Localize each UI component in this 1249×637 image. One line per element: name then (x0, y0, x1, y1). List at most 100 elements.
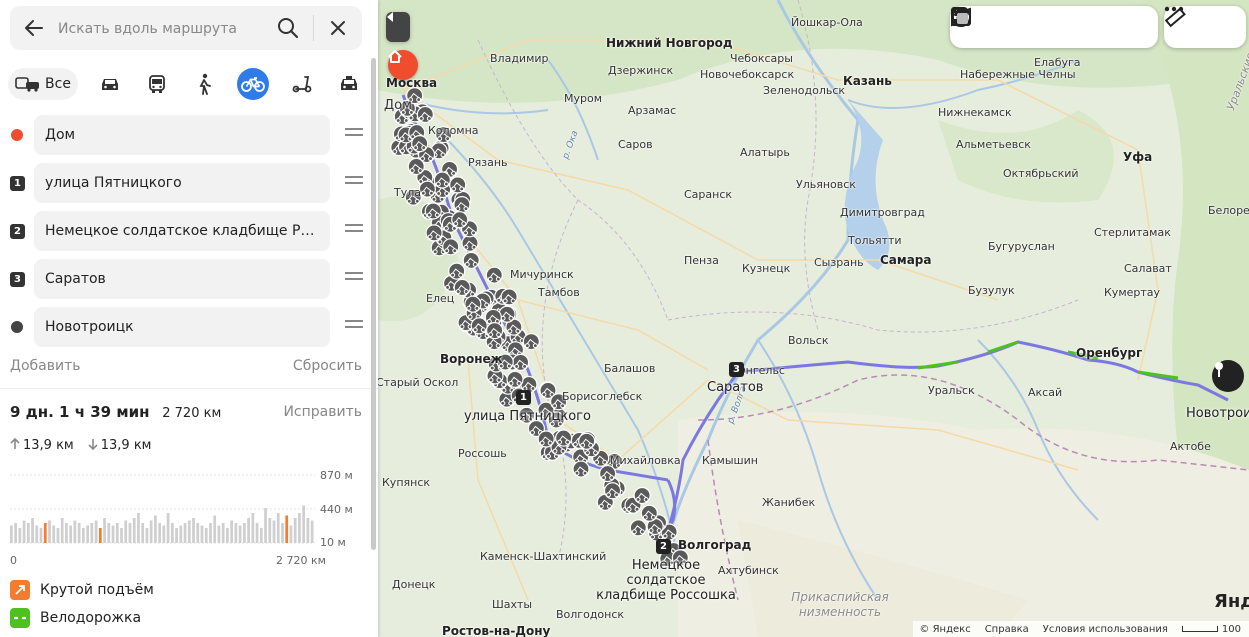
mode-bicycle-button[interactable] (237, 68, 269, 100)
stop-2-marker[interactable]: 2 (656, 539, 671, 554)
mode-car-button[interactable] (94, 68, 126, 100)
city-label: Зеленодольск (763, 84, 846, 97)
bike-rental-marker[interactable] (411, 135, 429, 153)
waypoint-field[interactable]: Саратов (34, 259, 330, 299)
elevation-bar (52, 525, 56, 543)
map-view[interactable]: Москва Дом Коломна Тула Рязань Владимир … (378, 0, 1249, 637)
waypoint-field[interactable]: улица Пятницкого (34, 163, 330, 203)
drag-handle-icon[interactable] (345, 272, 363, 286)
bike-rental-marker[interactable] (448, 262, 466, 280)
waypoint-number: 3 (10, 272, 25, 287)
bike-rental-marker[interactable] (449, 176, 467, 194)
bike-rental-marker[interactable] (506, 370, 524, 388)
route-search-input[interactable] (56, 12, 280, 46)
bike-rental-marker[interactable] (425, 224, 443, 242)
home-marker[interactable] (388, 50, 418, 80)
fix-route-link[interactable]: Исправить (283, 404, 362, 420)
bike-rental-marker[interactable] (522, 333, 540, 351)
elevation-bar (60, 518, 64, 543)
elevation-tick-mid: 440 м (320, 503, 353, 516)
waypoint-field[interactable]: Немецкое солдатское кладбище Россошка (34, 211, 330, 251)
back-arrow-icon[interactable] (22, 16, 46, 40)
photos-button[interactable] (951, 7, 1074, 47)
destination-marker[interactable] (1212, 360, 1244, 392)
elevation-bar (179, 525, 183, 543)
bike-rental-marker[interactable] (451, 211, 469, 229)
elevation-bar (115, 523, 119, 543)
bike-rental-marker[interactable] (461, 234, 479, 252)
route-search-bar (10, 6, 362, 50)
city-label: Йошкар-Ола (791, 16, 863, 29)
bike-rental-marker[interactable] (442, 238, 460, 256)
bike-rental-marker[interactable] (485, 266, 503, 284)
search-icon[interactable] (276, 16, 300, 40)
city-label: Нижнекамск (938, 106, 1012, 119)
elevation-bar (247, 518, 250, 543)
transit-button[interactable] (952, 7, 1114, 47)
bike-rental-marker[interactable] (453, 196, 471, 214)
close-icon[interactable] (326, 16, 350, 40)
bike-rental-marker[interactable] (629, 519, 647, 537)
bicycle-icon (241, 77, 265, 92)
bike-rental-marker[interactable] (537, 430, 555, 448)
drag-handle-icon[interactable] (345, 128, 363, 142)
bike-rental-marker[interactable] (555, 429, 573, 447)
bike-rental-marker[interactable] (464, 295, 482, 313)
elevation-chart[interactable] (10, 469, 366, 565)
add-waypoint-link[interactable]: Добавить (10, 358, 80, 374)
bike-rental-marker[interactable] (572, 460, 590, 478)
mode-all-button[interactable]: Все (8, 68, 78, 100)
ascent-stat: 13,9 км (10, 437, 74, 453)
mode-bus-button[interactable] (141, 68, 173, 100)
bike-rental-marker[interactable] (500, 288, 518, 306)
route-duration: 9 дн. 1 ч 39 мин (10, 403, 150, 421)
drag-handle-icon[interactable] (345, 224, 363, 238)
stop-3-marker[interactable]: 3 (729, 362, 744, 377)
stop-1-marker[interactable]: 1 (516, 390, 531, 405)
bike-rental-marker[interactable] (424, 202, 442, 220)
waypoint-field[interactable]: Новотроицк (34, 307, 330, 347)
yandex-logo: Янд (1214, 591, 1249, 612)
layers-button[interactable] (951, 7, 1154, 47)
bike-rental-marker[interactable] (407, 157, 425, 176)
collapse-panel-button[interactable] (386, 12, 410, 42)
elevation-bar (86, 525, 89, 543)
elevation-bar (22, 520, 26, 543)
reset-route-link[interactable]: Сбросить (293, 358, 362, 374)
bike-rental-marker[interactable] (511, 353, 530, 371)
bike-rental-marker[interactable] (640, 504, 658, 522)
mode-scooter-button[interactable] (286, 68, 318, 100)
city-label: Елец (426, 292, 455, 305)
bike-rental-marker[interactable] (462, 251, 480, 269)
elevation-bar (213, 515, 217, 543)
bike-rental-marker[interactable] (433, 171, 451, 189)
legend-steep-climb: Крутой подъём (10, 580, 154, 600)
city-label: Бузулук (968, 284, 1015, 297)
bike-rental-marker[interactable] (470, 317, 488, 335)
waypoint-3: 3 Саратов (0, 259, 378, 299)
bike-rental-marker[interactable] (416, 105, 434, 124)
ruler-button[interactable] (1164, 7, 1205, 47)
help-link[interactable]: Справка (985, 624, 1029, 635)
bike-rental-marker[interactable] (599, 464, 617, 483)
bike-rental-marker[interactable] (603, 482, 622, 500)
waypoint-number: 2 (10, 224, 25, 239)
bike-rental-marker[interactable] (578, 432, 596, 450)
bike-rental-marker[interactable] (453, 278, 471, 297)
elevation-bar (238, 525, 242, 543)
panorama-button[interactable] (951, 7, 1034, 47)
drag-handle-icon[interactable] (345, 176, 363, 190)
waypoint-field[interactable]: Дом (34, 115, 330, 155)
mode-taxi-button[interactable] (333, 68, 365, 100)
elevation-bar (98, 528, 102, 543)
bike-rental-marker[interactable] (418, 180, 436, 198)
mode-walk-button[interactable] (188, 68, 220, 100)
bike-rental-marker[interactable] (486, 322, 504, 340)
drag-handle-icon[interactable] (345, 320, 363, 334)
terms-link[interactable]: Условия использования (1043, 624, 1168, 635)
panel-scrollbar[interactable] (371, 58, 376, 550)
bike-rental-marker[interactable] (633, 486, 651, 505)
city-label: Октябрьский (1003, 167, 1079, 180)
more-button[interactable] (1164, 6, 1245, 47)
mode-all-label: Все (45, 76, 71, 92)
